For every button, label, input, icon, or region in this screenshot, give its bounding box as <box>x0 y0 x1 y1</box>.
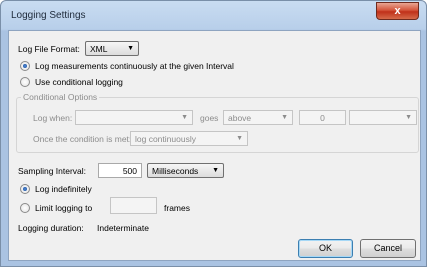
once-met-value: log continuously <box>135 134 196 144</box>
chevron-down-icon: ▼ <box>212 167 219 174</box>
chevron-down-icon: ▼ <box>405 114 412 121</box>
logging-duration-label: Logging duration: <box>18 223 84 233</box>
chevron-down-icon: ▼ <box>236 135 243 142</box>
title-bar[interactable]: Logging Settings x <box>1 1 426 31</box>
window-title: Logging Settings <box>11 10 86 21</box>
once-met-dropdown[interactable]: log continuously ▼ <box>130 131 248 146</box>
frames-label: frames <box>164 203 190 213</box>
goes-label: goes <box>200 113 219 123</box>
ok-button[interactable]: OK <box>298 239 353 258</box>
log-file-format-label: Log File Format: <box>18 44 80 54</box>
logging-duration-value: Indeterminate <box>97 223 149 233</box>
sampling-interval-value: 500 <box>122 166 137 176</box>
log-continuously-label[interactable]: Log measurements continuously at the giv… <box>35 60 234 72</box>
sampling-interval-label: Sampling Interval: <box>18 166 87 176</box>
dialog-body: Log File Format: XML ▼ Log measurements … <box>8 30 421 261</box>
conditional-options-title: Conditional Options <box>21 91 100 103</box>
log-when-label: Log when: <box>33 113 73 123</box>
log-indefinitely-label[interactable]: Log indefinitely <box>35 183 92 195</box>
logging-settings-window: Logging Settings x Log File Format: XML … <box>0 0 427 267</box>
limit-logging-label[interactable]: Limit logging to <box>35 202 92 214</box>
log-when-dropdown[interactable]: ▼ <box>75 110 193 125</box>
unit-dropdown[interactable]: ▼ <box>349 110 417 125</box>
close-button[interactable]: x <box>376 2 419 20</box>
sampling-unit-dropdown[interactable]: Milliseconds ▼ <box>147 163 224 178</box>
cancel-button[interactable]: Cancel <box>360 239 416 258</box>
log-indefinitely-radio[interactable] <box>20 184 30 194</box>
goes-value: above <box>228 113 252 123</box>
threshold-input[interactable]: 0 <box>299 110 346 125</box>
log-file-format-value: XML <box>90 44 108 54</box>
limit-frames-input[interactable] <box>110 197 157 214</box>
log-continuously-radio[interactable] <box>20 61 30 71</box>
once-met-label: Once the condition is met: <box>33 134 132 144</box>
conditional-logging-label[interactable]: Use conditional logging <box>35 76 123 88</box>
chevron-down-icon: ▼ <box>181 114 188 121</box>
chevron-down-icon: ▼ <box>281 114 288 121</box>
conditional-logging-radio[interactable] <box>20 77 30 87</box>
limit-logging-radio[interactable] <box>20 203 30 213</box>
log-file-format-dropdown[interactable]: XML ▼ <box>85 41 139 56</box>
chevron-down-icon: ▼ <box>127 45 134 52</box>
close-icon: x <box>394 5 401 17</box>
sampling-interval-input[interactable]: 500 <box>98 163 142 178</box>
goes-dropdown[interactable]: above ▼ <box>223 110 293 125</box>
threshold-value: 0 <box>320 113 325 123</box>
sampling-unit-value: Milliseconds <box>152 166 199 176</box>
